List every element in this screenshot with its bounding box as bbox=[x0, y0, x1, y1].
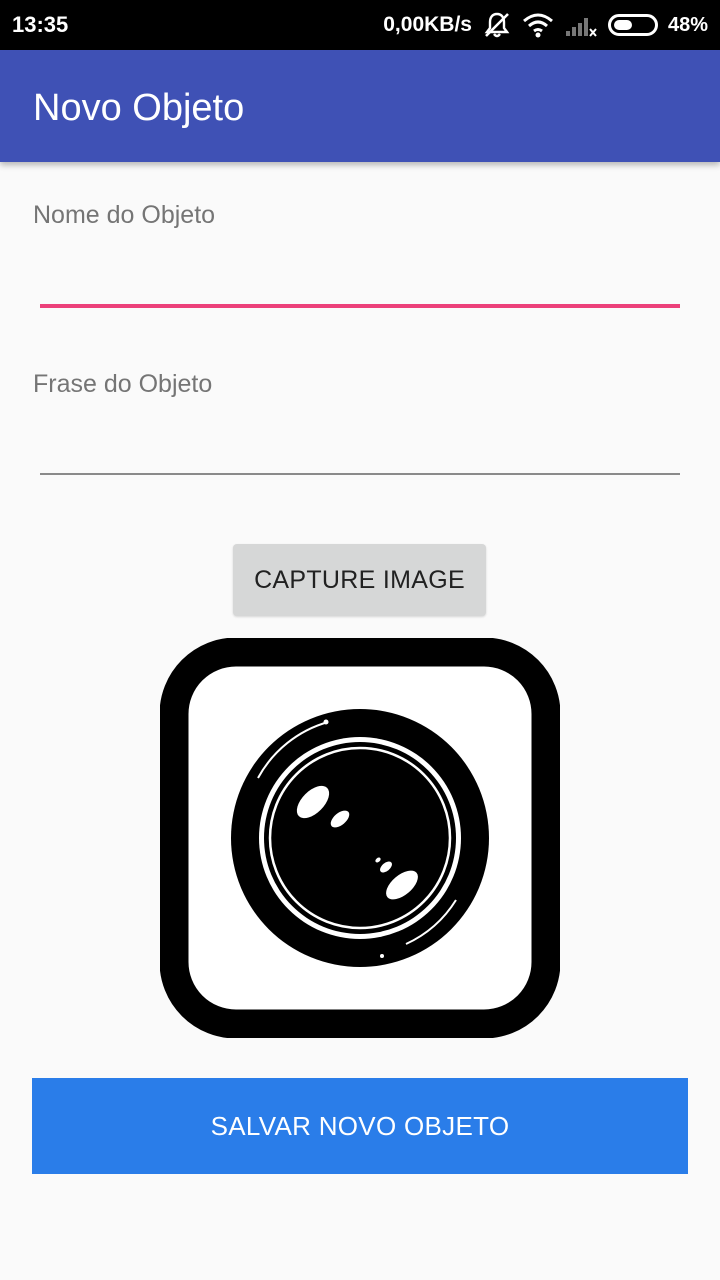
capture-image-button[interactable]: CAPTURE IMAGE bbox=[233, 544, 486, 616]
battery-level bbox=[613, 20, 633, 30]
mute-icon bbox=[482, 11, 512, 39]
save-new-object-button[interactable]: SALVAR NOVO OBJETO bbox=[32, 1078, 688, 1174]
name-input[interactable] bbox=[40, 258, 680, 302]
page-title: Novo Objeto bbox=[33, 87, 245, 129]
name-input-underline bbox=[40, 304, 680, 308]
wifi-icon bbox=[522, 12, 554, 38]
battery-percent: 48% bbox=[667, 13, 708, 36]
signal-icon bbox=[564, 12, 598, 38]
status-right: 0,00KB/s 48% bbox=[383, 10, 708, 40]
name-field-label: Nome do Objeto bbox=[33, 201, 216, 229]
status-bar: 13:35 0,00KB/s 48% bbox=[0, 0, 720, 50]
camera-lens-icon bbox=[159, 637, 561, 1039]
phrase-field-label: Frase do Objeto bbox=[33, 370, 213, 398]
battery-icon bbox=[607, 14, 658, 36]
app-bar: Novo Objeto bbox=[0, 50, 720, 162]
network-speed: 0,00KB/s bbox=[383, 13, 472, 36]
camera-preview-image bbox=[159, 637, 561, 1039]
phrase-input[interactable] bbox=[40, 426, 680, 470]
phrase-input-underline bbox=[40, 473, 680, 475]
status-time: 13:35 bbox=[12, 12, 69, 37]
